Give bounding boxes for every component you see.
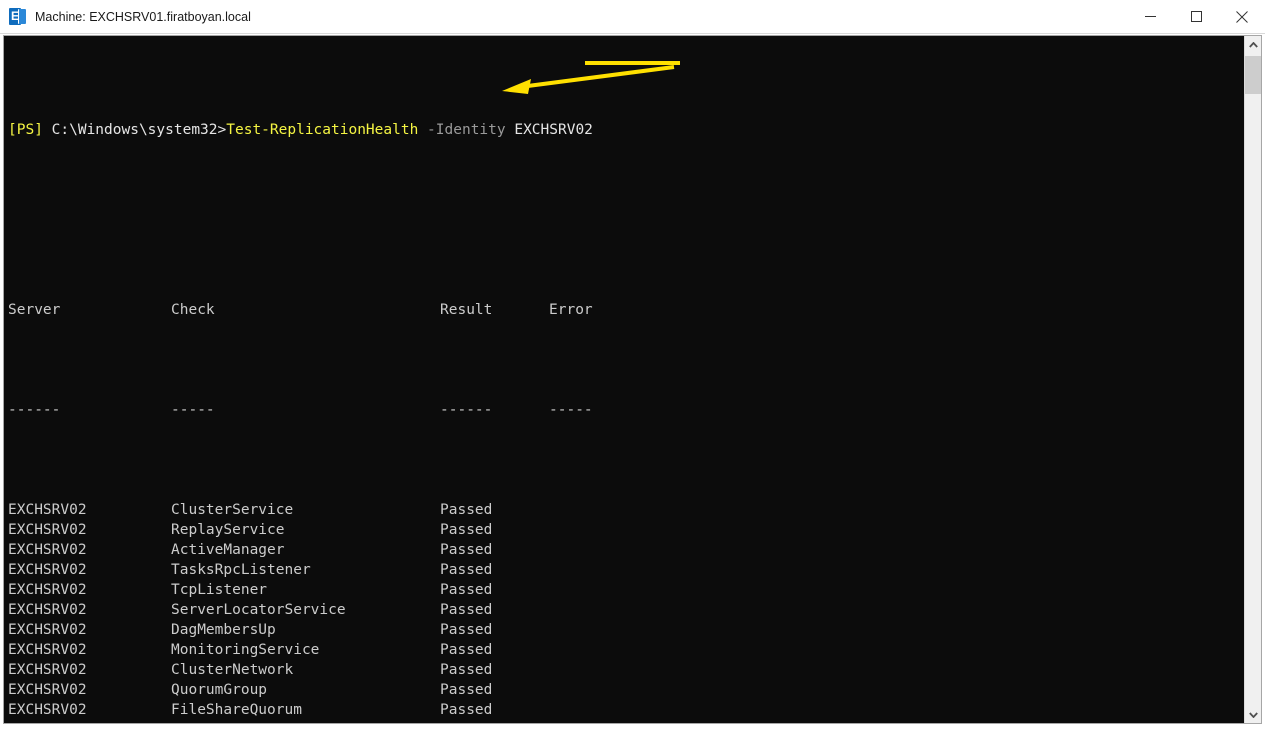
maximize-icon	[1190, 11, 1202, 22]
table-separator-row: ------ ----- ------ -----	[8, 400, 593, 420]
cell-check: MonitoringService	[171, 642, 320, 658]
cell-check: QuorumGroup	[171, 682, 268, 698]
cell-server: EXCHSRV02	[8, 522, 87, 538]
cell-check: ClusterService	[171, 502, 294, 518]
table-row: EXCHSRV02DatabaseRedundancyPassed	[8, 720, 593, 723]
close-icon	[1236, 10, 1248, 23]
cell-result: Passed	[440, 682, 493, 698]
cell-server: EXCHSRV02	[8, 602, 87, 618]
cell-result: Passed	[440, 702, 493, 718]
cell-result: Passed	[440, 622, 493, 638]
separator-server: ------	[8, 402, 61, 418]
cell-check: ServerLocatorService	[171, 602, 346, 618]
column-header-check: Check	[171, 302, 215, 318]
cell-result: Passed	[440, 642, 493, 658]
cell-result: Passed	[440, 502, 493, 518]
terminal-text: [PS] C:\Windows\system32>Test-Replicatio…	[8, 40, 593, 723]
cell-server: EXCHSRV02	[8, 622, 87, 638]
cell-result: Passed	[440, 662, 493, 678]
cell-result: Passed	[440, 522, 493, 538]
cell-check: DatabaseRedundancy	[171, 720, 440, 723]
window-title: Machine: EXCHSRV01.firatboyan.local	[35, 9, 251, 24]
window-controls	[1127, 0, 1265, 33]
table-row: EXCHSRV02 ReplayService Passed	[8, 520, 593, 540]
minimize-button[interactable]	[1127, 0, 1173, 33]
cell-server: EXCHSRV02	[8, 562, 87, 578]
chevron-down-icon	[1248, 711, 1258, 718]
table-row: EXCHSRV02 QuorumGroup Passed	[8, 680, 593, 700]
table-row: EXCHSRV02 FileShareQuorum Passed	[8, 700, 593, 720]
cell-server: EXCHSRV02	[8, 662, 87, 678]
table-row: EXCHSRV02 ClusterNetwork Passed	[8, 660, 593, 680]
cmdlet-name: Test-ReplicationHealth	[226, 122, 419, 138]
cell-check: ClusterNetwork	[171, 662, 294, 678]
cell-check: TasksRpcListener	[171, 562, 311, 578]
cell-result: Passed	[440, 720, 549, 723]
column-header-server: Server	[8, 302, 61, 318]
cell-result: Passed	[440, 582, 493, 598]
prompt-path: C:\Windows\system32>	[42, 122, 227, 138]
scroll-down-button[interactable]	[1245, 706, 1261, 723]
table-row: EXCHSRV02 TasksRpcListener Passed	[8, 560, 593, 580]
command-line: [PS] C:\Windows\system32>Test-Replicatio…	[8, 120, 593, 140]
separator-error: -----	[549, 402, 593, 418]
cmdlet-argument: EXCHSRV02	[514, 122, 593, 138]
cell-server: EXCHSRV02	[8, 582, 87, 598]
chevron-up-icon	[1248, 41, 1258, 48]
cell-result: Passed	[440, 602, 493, 618]
table-row: EXCHSRV02 DagMembersUp Passed	[8, 620, 593, 640]
cell-server: EXCHSRV02	[8, 542, 87, 558]
cell-server: EXCHSRV02	[8, 682, 87, 698]
table-row: EXCHSRV02 ServerLocatorService Passed	[8, 600, 593, 620]
close-button[interactable]	[1219, 0, 1265, 33]
maximize-button[interactable]	[1173, 0, 1219, 33]
table-header-row: Server Check Result Error	[8, 300, 593, 320]
table-row: EXCHSRV02 MonitoringService Passed	[8, 640, 593, 660]
scrollbar-thumb[interactable]	[1245, 56, 1261, 94]
console-frame: [PS] C:\Windows\system32>Test-Replicatio…	[3, 35, 1262, 724]
separator-result: ------	[440, 402, 493, 418]
terminal-output-area[interactable]: [PS] C:\Windows\system32>Test-Replicatio…	[4, 36, 1244, 723]
cell-check: TcpListener	[171, 582, 268, 598]
cell-result: Passed	[440, 542, 493, 558]
cell-server: EXCHSRV02	[8, 702, 87, 718]
table-row: EXCHSRV02 ActiveManager Passed	[8, 540, 593, 560]
title-bar: E Machine: EXCHSRV01.firatboyan.local	[0, 0, 1265, 34]
prompt-tag: [PS]	[8, 122, 43, 138]
cell-result: Passed	[440, 562, 493, 578]
table-row: EXCHSRV02 TcpListener Passed	[8, 580, 593, 600]
table-row: EXCHSRV02 ClusterService Passed	[8, 500, 593, 520]
table-rows: EXCHSRV02 ClusterService Passed EXCHSRV02 Re…	[8, 500, 593, 723]
scroll-up-button[interactable]	[1245, 36, 1261, 53]
cell-server: EXCHSRV02	[8, 502, 87, 518]
column-header-result: Result	[440, 302, 493, 318]
column-header-error: Error	[549, 302, 593, 318]
separator-check: -----	[171, 402, 215, 418]
exchange-icon: E	[9, 8, 26, 25]
cell-check: ActiveManager	[171, 542, 285, 558]
cell-check: FileShareQuorum	[171, 702, 302, 718]
cmdlet-parameter: -Identity	[418, 122, 515, 138]
cell-check: ReplayService	[171, 522, 285, 538]
cell-server: EXCHSRV02	[8, 720, 171, 723]
vertical-scrollbar[interactable]	[1244, 36, 1261, 723]
cell-server: EXCHSRV02	[8, 642, 87, 658]
cell-check: DagMembersUp	[171, 622, 276, 638]
minimize-icon	[1144, 16, 1156, 17]
powershell-window: E Machine: EXCHSRV01.firatboyan.local [P…	[0, 0, 1265, 731]
